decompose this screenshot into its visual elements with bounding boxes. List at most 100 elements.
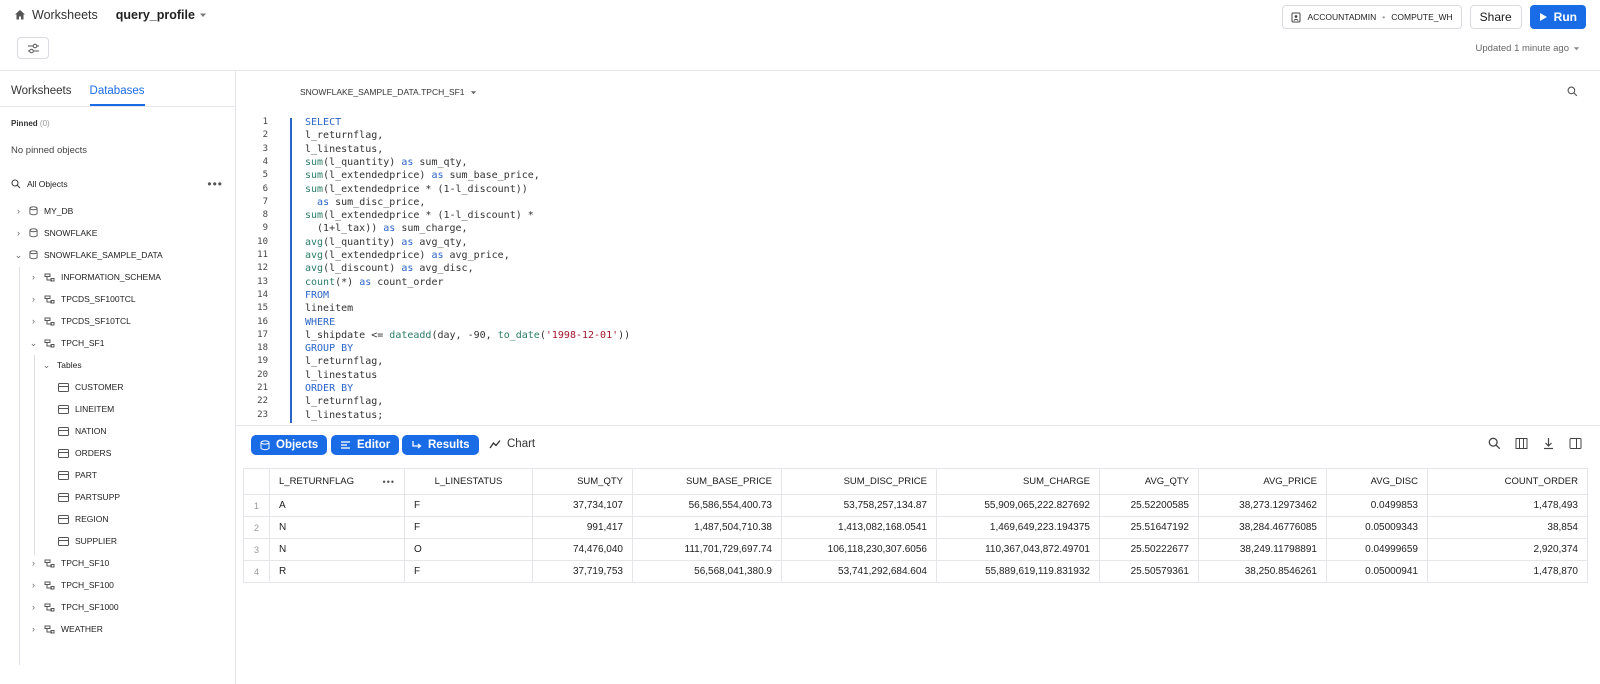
table-cell[interactable]: 38,854 xyxy=(1427,516,1588,539)
tree-item-orders[interactable]: ORDERS xyxy=(58,442,111,464)
search-icon[interactable] xyxy=(1488,437,1501,450)
chevron-right-icon[interactable]: › xyxy=(14,206,23,216)
tree-item-tpcds-sf10tcl[interactable]: › TPCDS_SF10TCL xyxy=(29,310,131,332)
table-cell[interactable]: N xyxy=(269,538,405,561)
table-cell[interactable]: 56,568,041,380.9 xyxy=(632,560,782,583)
table-cell[interactable]: F xyxy=(404,516,533,539)
table-cell[interactable]: 25.50222677 xyxy=(1099,538,1199,561)
column-header-l_returnflag[interactable]: L_RETURNFLAG ••• xyxy=(269,468,405,495)
tree-item-nation[interactable]: NATION xyxy=(58,420,106,442)
tree-item-supplier[interactable]: SUPPLIER xyxy=(58,530,117,552)
table-cell[interactable]: 1,469,649,223.194375 xyxy=(936,516,1100,539)
table-cell[interactable]: O xyxy=(404,538,533,561)
table-cell[interactable]: 2,920,374 xyxy=(1427,538,1588,561)
tree-item-tables[interactable]: ⌄ Tables xyxy=(42,354,82,376)
table-cell[interactable]: 0.05009343 xyxy=(1326,516,1428,539)
worksheets-nav[interactable]: Worksheets xyxy=(14,8,98,22)
column-header-l_linestatus[interactable]: L_LINESTATUS xyxy=(404,468,533,495)
tree-item-partsupp[interactable]: PARTSUPP xyxy=(58,486,120,508)
table-cell[interactable]: 111,701,729,697.74 xyxy=(632,538,782,561)
download-icon[interactable] xyxy=(1542,437,1555,450)
column-header-sum_qty[interactable]: SUM_QTY xyxy=(532,468,633,495)
table-cell[interactable]: 53,741,292,684.604 xyxy=(781,560,937,583)
chevron-right-icon[interactable]: › xyxy=(29,316,38,326)
chevron-right-icon[interactable]: › xyxy=(29,558,38,568)
table-cell[interactable]: F xyxy=(404,560,533,583)
table-row[interactable]: 3 N O 74,476,040 111,701,729,697.74 106,118,2… xyxy=(243,538,1588,561)
tree-item-snowflake-sample-data[interactable]: ⌄ SNOWFLAKE_SAMPLE_DATA xyxy=(14,244,163,266)
tree-item-tpch-sf100[interactable]: › TPCH_SF100 xyxy=(29,574,114,596)
tree-item-tpch-sf1[interactable]: ⌄ TPCH_SF1 xyxy=(29,332,105,354)
tree-item-tpcds-sf100tcl[interactable]: › TPCDS_SF100TCL xyxy=(29,288,136,310)
more-options-icon[interactable]: ••• xyxy=(207,177,223,191)
table-cell[interactable]: 37,734,107 xyxy=(532,494,633,517)
chevron-down-icon[interactable]: ⌄ xyxy=(29,338,38,348)
updated-status[interactable]: Updated 1 minute ago xyxy=(1476,43,1580,54)
filter-settings-button[interactable] xyxy=(17,37,49,59)
table-cell[interactable]: 38,284.46776085 xyxy=(1198,516,1327,539)
chevron-down-icon[interactable]: ⌄ xyxy=(42,360,51,370)
table-cell[interactable]: 38,249.11798891 xyxy=(1198,538,1327,561)
share-button[interactable]: Share xyxy=(1469,5,1522,29)
split-panel-icon[interactable] xyxy=(1569,437,1582,450)
tree-item-tpch-sf10[interactable]: › TPCH_SF10 xyxy=(29,552,109,574)
table-cell[interactable]: 0.04999659 xyxy=(1326,538,1428,561)
table-cell[interactable]: 106,118,230,307.6056 xyxy=(781,538,937,561)
tree-item-information-schema[interactable]: › INFORMATION_SCHEMA xyxy=(29,266,161,288)
chevron-right-icon[interactable]: › xyxy=(29,602,38,612)
chevron-right-icon[interactable]: › xyxy=(29,624,38,634)
table-cell[interactable]: N xyxy=(269,516,405,539)
tree-item-snowflake[interactable]: › SNOWFLAKE xyxy=(14,222,97,244)
all-objects-filter[interactable]: All Objects ••• xyxy=(11,177,223,191)
editor-search-button[interactable] xyxy=(1567,86,1578,100)
run-button[interactable]: Run xyxy=(1529,5,1586,29)
table-cell[interactable]: 0.0499853 xyxy=(1326,494,1428,517)
table-cell[interactable]: 25.51647192 xyxy=(1099,516,1199,539)
table-cell[interactable]: 1,413,082,168.0541 xyxy=(781,516,937,539)
table-row[interactable]: 1 A F 37,734,107 56,586,554,400.73 53,758,257… xyxy=(243,494,1588,517)
tree-item-tpch-sf1000[interactable]: › TPCH_SF1000 xyxy=(29,596,119,618)
context-selector[interactable]: SNOWFLAKE_SAMPLE_DATA.TPCH_SF1 xyxy=(300,87,477,97)
tab-worksheets[interactable]: Worksheets xyxy=(11,85,72,106)
tree-item-part[interactable]: PART xyxy=(58,464,97,486)
chevron-right-icon[interactable]: › xyxy=(29,580,38,590)
tree-item-my-db[interactable]: › MY_DB xyxy=(14,200,73,222)
table-cell[interactable]: 38,250.8546261 xyxy=(1198,560,1327,583)
column-header-count_order[interactable]: COUNT_ORDER xyxy=(1427,468,1588,495)
column-header-sum_charge[interactable]: SUM_CHARGE xyxy=(936,468,1100,495)
column-header-sum_disc_price[interactable]: SUM_DISC_PRICE xyxy=(781,468,937,495)
table-cell[interactable]: 56,586,554,400.73 xyxy=(632,494,782,517)
table-cell[interactable]: 37,719,753 xyxy=(532,560,633,583)
tree-item-lineitem[interactable]: LINEITEM xyxy=(58,398,114,420)
table-cell[interactable]: 55,909,065,222.827692 xyxy=(936,494,1100,517)
tab-databases[interactable]: Databases xyxy=(89,85,145,106)
table-cell[interactable]: R xyxy=(269,560,405,583)
objects-toggle[interactable]: Objects xyxy=(251,435,328,455)
column-header-avg_qty[interactable]: AVG_QTY xyxy=(1099,468,1199,495)
column-header-sum_base_price[interactable]: SUM_BASE_PRICE xyxy=(632,468,782,495)
table-cell[interactable]: 74,476,040 xyxy=(532,538,633,561)
column-header-avg_disc[interactable]: AVG_DISC xyxy=(1326,468,1428,495)
column-menu-icon[interactable]: ••• xyxy=(383,477,395,487)
chart-tab[interactable]: Chart xyxy=(489,438,535,450)
table-cell[interactable]: 55,889,619,119.831932 xyxy=(936,560,1100,583)
table-cell[interactable]: 25.50579361 xyxy=(1099,560,1199,583)
chevron-right-icon[interactable]: › xyxy=(29,272,38,282)
table-cell[interactable]: 110,367,043,872.49701 xyxy=(936,538,1100,561)
columns-icon[interactable] xyxy=(1515,437,1528,450)
table-cell[interactable]: A xyxy=(269,494,405,517)
role-warehouse-selector[interactable]: ACCOUNTADMIN • COMPUTE_WH xyxy=(1282,5,1462,29)
table-cell[interactable]: 1,487,504,710.38 xyxy=(632,516,782,539)
tree-item-customer[interactable]: CUSTOMER xyxy=(58,376,124,398)
results-toggle[interactable]: Results xyxy=(402,435,479,455)
chevron-down-icon[interactable]: ⌄ xyxy=(14,250,23,260)
chevron-right-icon[interactable]: › xyxy=(14,228,23,238)
table-cell[interactable]: 53,758,257,134.87 xyxy=(781,494,937,517)
column-header-avg_price[interactable]: AVG_PRICE xyxy=(1198,468,1327,495)
table-cell[interactable]: 0.05000941 xyxy=(1326,560,1428,583)
editor-toggle[interactable]: Editor xyxy=(331,435,400,455)
worksheet-title[interactable]: query_profile xyxy=(116,8,207,22)
tree-item-weather[interactable]: › WEATHER xyxy=(29,618,103,640)
table-cell[interactable]: 1,478,870 xyxy=(1427,560,1588,583)
table-cell[interactable]: 25.52200585 xyxy=(1099,494,1199,517)
